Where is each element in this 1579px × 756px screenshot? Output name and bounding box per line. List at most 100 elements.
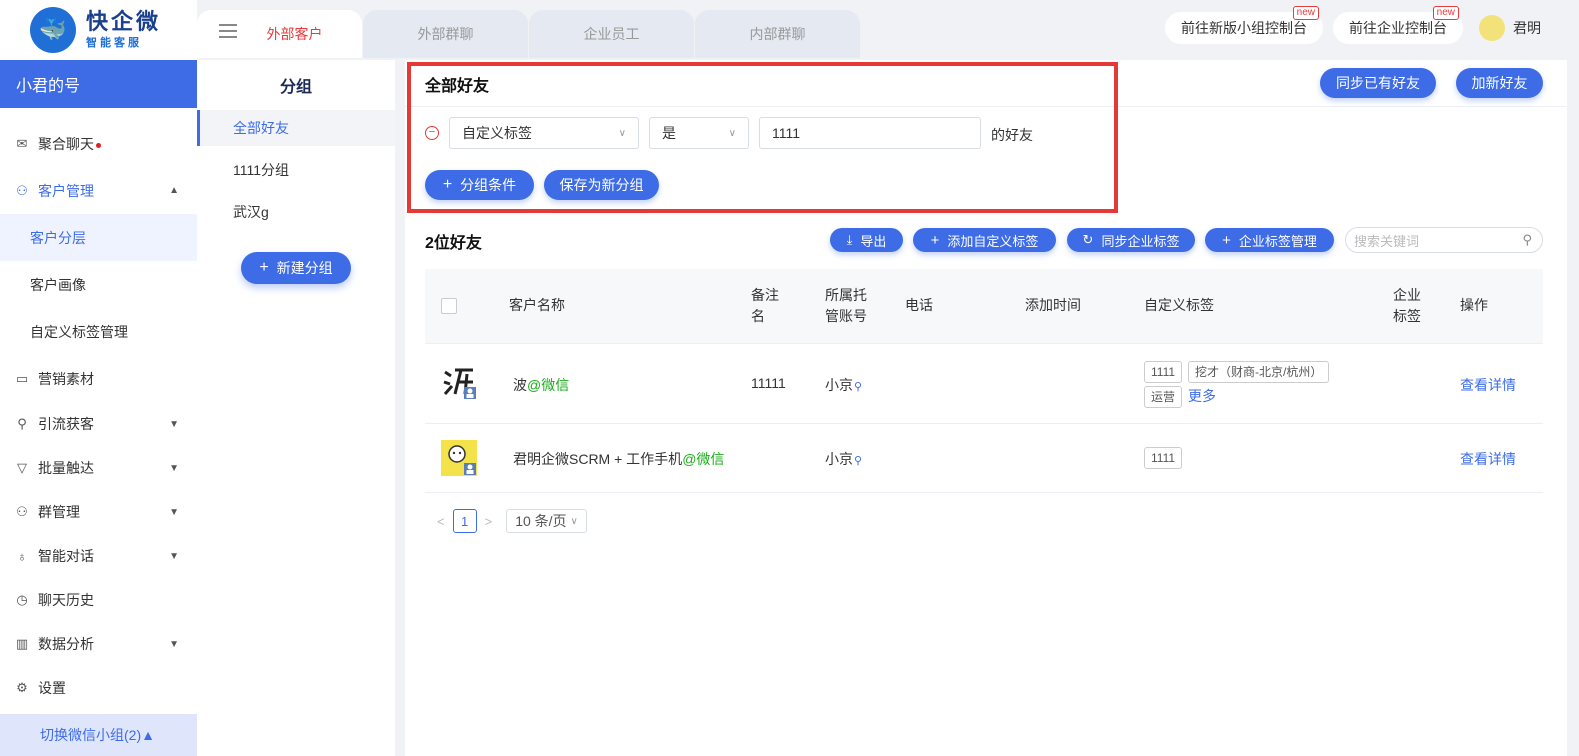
user-menu[interactable]: 君明 [1479,15,1541,41]
page-size-select[interactable]: 10 条/页 ∨ [506,509,587,533]
chevron-up-icon: ▲ [169,185,179,196]
plus-icon: + [1222,231,1231,249]
sidebar-item-label: 群管理 [38,504,80,520]
select-all-checkbox[interactable] [441,298,457,314]
clock-icon: ◷ [16,592,28,607]
chevron-down-icon: ▼ [169,638,179,650]
sidebar-item-smart-dialog[interactable]: ♁ 智能对话 ▼ [0,534,197,578]
sidebar-item-label: 智能对话 [38,548,94,564]
menu-toggle-icon[interactable] [219,24,237,38]
group-item-all[interactable]: 全部好友 [197,110,395,146]
chevron-down-icon: ▼ [169,550,179,562]
col-account: 所属托 管账号 [825,287,867,324]
topbar: 外部客户 外部群聊 企业员工 内部群聊 前往新版小组控制台 new 前往企业控制… [197,0,1579,60]
customer-avatar [441,364,477,400]
sidebar-subitem-portrait[interactable]: 客户画像 [0,261,197,308]
tag: 1111 [1144,361,1183,383]
chevron-down-icon: ∨ [570,515,578,527]
brand-title: 快企微 [86,9,162,34]
col-custom-tags: 自定义标签 [1144,297,1214,313]
col-remark: 备注名 [751,287,779,324]
more-tags-link[interactable]: 更多 [1188,388,1216,404]
sidebar-item-group-mgmt[interactable]: ⚇ 群管理 ▼ [0,490,197,534]
friend-count: 2位好友 [425,235,482,252]
sidebar-item-acquisition[interactable]: ⚲ 引流获客 ▼ [0,402,197,446]
add-friend-button[interactable]: 加新好友 [1456,68,1543,98]
sidebar-item-chat-history[interactable]: ◷ 聊天历史 [0,578,197,622]
switch-group-button[interactable]: 切换微信小组(2)▲ [0,714,197,756]
view-details-link[interactable]: 查看详情 [1460,375,1516,395]
view-details-link[interactable]: 查看详情 [1460,449,1516,469]
sidebar: 🐳 快企微 智能客服 小君的号 ✉ 聚合聊天 ⚇ 客户管理 ▲ 客户分层 客户画… [0,0,197,756]
brand-subtitle: 智能客服 [86,37,142,49]
sidebar-item-settings[interactable]: ⚙ 设置 [0,666,197,710]
sidebar-item-bulk-reach[interactable]: ▽ 批量触达 ▼ [0,446,197,490]
avatar [1479,15,1505,41]
add-custom-tag-button[interactable]: + 添加自定义标签 [913,228,1056,252]
logo: 🐳 快企微 智能客服 [0,0,197,60]
unread-dot [96,143,101,148]
sync-friends-button[interactable]: 同步已有好友 [1320,68,1436,98]
customer-account: 小京⚲ [825,377,863,393]
sidebar-subitem-custom-tags[interactable]: 自定义标签管理 [0,308,197,355]
sidebar-item-label: 批量触达 [38,460,94,476]
custom-tag-list: 1111 [1144,447,1188,472]
refresh-icon: ↻ [1082,232,1094,247]
sidebar-item-label: 数据分析 [38,636,94,652]
page-number[interactable]: 1 [452,509,477,533]
sidebar-item-analytics[interactable]: ▥ 数据分析 ▼ [0,622,197,666]
tab-internal-groups[interactable]: 内部群聊 [695,10,860,58]
group-item-wuhan[interactable]: 武汉g [197,194,395,230]
sidebar-item-label: 设置 [38,680,66,696]
enterprise-console-button[interactable]: 前往企业控制台 new [1333,6,1463,44]
customer-name[interactable]: 波@微信 [513,375,569,395]
plus-icon: + [259,259,269,276]
sidebar-item-label: 客户管理 [38,182,94,199]
table-row: 波@微信 11111 小京⚲ 1111 挖才（财商-北京/杭州） 运营 更多 查看详… [425,344,1543,424]
search-input[interactable]: 搜索关键词 ⚲ [1345,227,1543,253]
wechat-icon: ✉ [16,135,28,151]
sidebar-subitem-segmentation[interactable]: 客户分层 [0,214,197,261]
bulb-icon: ♁ [17,548,27,564]
gear-icon: ⚙ [16,680,28,695]
download-icon: ⤓ [846,232,853,247]
group-console-button[interactable]: 前往新版小组控制台 new [1165,6,1323,44]
account-name[interactable]: 小君的号 [0,60,197,108]
new-badge: new [1292,6,1319,20]
user-icon: ⚇ [16,182,28,198]
customer-name[interactable]: 君明企微SCRM + 工作手机@微信 [513,449,724,469]
new-group-button[interactable]: + 新建分组 [241,252,351,284]
sidebar-item-label: 聊天历史 [38,592,94,608]
friends-table: 客户名称 备注名 所属托管账号 电话 添加时间 自定义标签 企业标签 操作 [425,269,1543,493]
customer-remark: 11111 [751,375,786,391]
col-enterprise-tags: 企业 标签 [1393,287,1421,324]
sidebar-item-customer[interactable]: ⚇ 客户管理 ▲ [0,167,197,214]
chevron-down-icon: ▼ [169,462,179,474]
tag: 1111 [1144,447,1183,469]
tag: 运营 [1144,386,1183,408]
search-icon: ⚲ [854,381,863,393]
group-panel-title: 分组 [279,79,312,96]
tab-external-groups[interactable]: 外部群聊 [363,10,528,58]
main-content: 全部好友 同步已有好友 加新好友 − 自定义标签 ∨ 是 ∨ 1111 的好友 … [405,60,1567,756]
export-button[interactable]: ⤓ 导出 [830,228,903,252]
whale-logo-icon: 🐳 [30,7,76,53]
group-panel: 分组 全部好友 1111分组 武汉g + 新建分组 [197,60,395,756]
folder-icon: ▭ [15,370,29,386]
group-item-1111[interactable]: 1111分组 [197,152,395,188]
col-name: 客户名称 [509,297,565,313]
sidebar-item-materials[interactable]: ▭ 营销素材 [0,355,197,402]
customer-account: 小京⚲ [825,451,863,467]
col-actions: 操作 [1460,297,1488,313]
sidebar-nav: ✉ 聚合聊天 ⚇ 客户管理 ▲ 客户分层 客户画像 自定义标签管理 ▭ 营销素材… [0,108,197,710]
chevron-right-icon[interactable]: > [485,514,493,529]
plus-icon: + [930,231,940,249]
highlight-box [407,62,1118,213]
sidebar-item-chat[interactable]: ✉ 聚合聊天 [0,120,197,167]
chevron-left-icon[interactable]: < [437,514,445,529]
enterprise-tag-mgmt-button[interactable]: + 企业标签管理 [1205,228,1334,252]
sync-enterprise-tag-button[interactable]: ↻ 同步企业标签 [1067,228,1195,252]
tag: 挖才（财商-北京/杭州） [1188,361,1330,383]
tab-employees[interactable]: 企业员工 [529,10,694,58]
col-added-time: 添加时间 [1025,297,1081,313]
